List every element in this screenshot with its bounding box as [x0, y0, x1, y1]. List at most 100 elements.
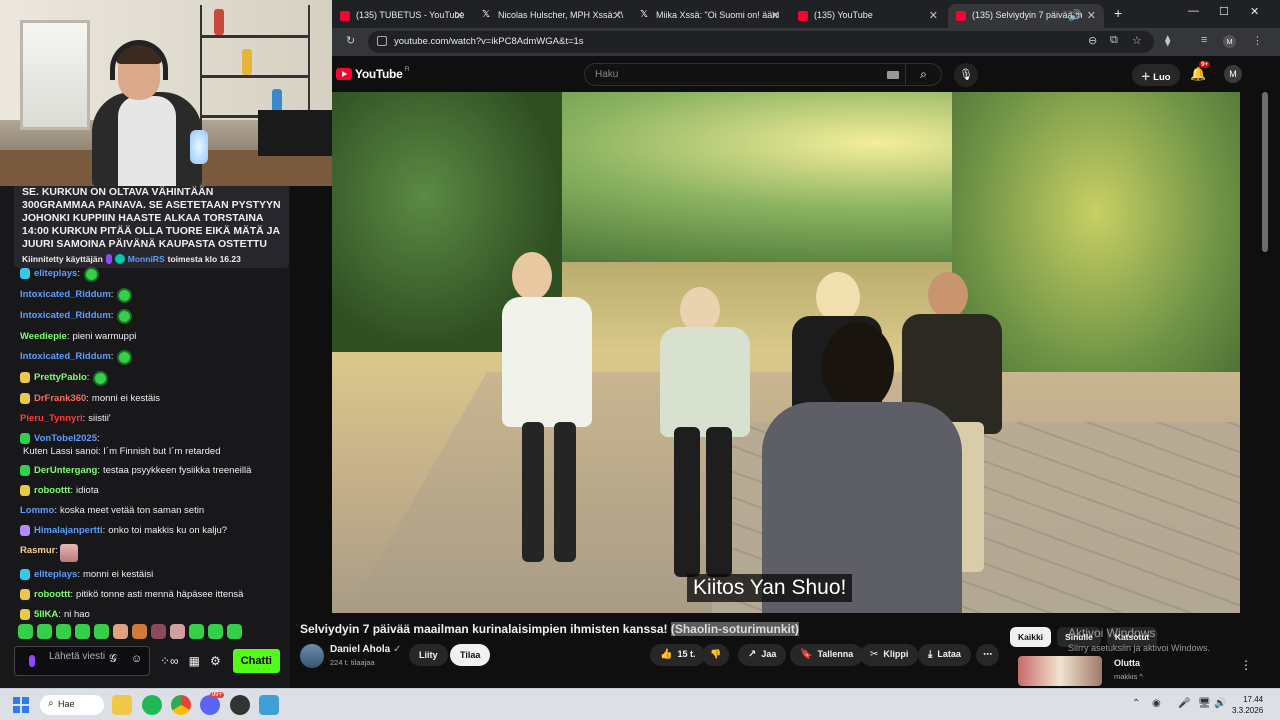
extensions-icon[interactable]: ⧫	[1165, 34, 1170, 47]
notifications-bell-icon[interactable]: 🔔 9+	[1190, 61, 1211, 82]
browser-tab[interactable]: 𝕏 Miika Xssä: "Oi Suomi on! ääni ✕	[632, 4, 788, 28]
tab-close-icon[interactable]: ✕	[455, 9, 464, 22]
chat-username[interactable]: roboottt	[34, 484, 70, 497]
emote-icon[interactable]	[37, 624, 52, 639]
chat-username[interactable]: Intoxicated_Riddum	[20, 350, 111, 363]
chat-username[interactable]: Weediepie	[20, 330, 67, 343]
subscribe-button[interactable]: Tilaa	[450, 644, 491, 666]
emote-icon[interactable]	[56, 624, 71, 639]
notepad-icon[interactable]	[259, 695, 279, 715]
video-player[interactable]: Kiitos Yan Shuo!	[332, 92, 1240, 613]
emote-icon[interactable]	[75, 624, 90, 639]
dislike-button[interactable]: 👎	[702, 644, 730, 666]
emote-icon[interactable]	[170, 624, 185, 639]
emote-icon[interactable]	[132, 624, 147, 639]
voice-search-icon[interactable]: 🎙	[954, 63, 978, 87]
reload-icon[interactable]: ↻	[346, 34, 355, 47]
tray-overflow-icon[interactable]: ⌃	[1132, 698, 1140, 709]
share-button[interactable]: ↗ Jaa	[738, 644, 787, 666]
site-info-icon[interactable]	[377, 36, 387, 46]
tray-mic-icon[interactable]: 🎤	[1178, 698, 1190, 709]
keyboard-icon[interactable]	[887, 71, 899, 79]
like-button[interactable]: 👍 15 t.	[650, 644, 706, 666]
chat-username[interactable]: Lommo	[20, 504, 54, 517]
recommended-more-icon[interactable]: ⋮	[1240, 658, 1252, 672]
emote-icon[interactable]	[94, 624, 109, 639]
chat-username[interactable]: DerUntergang	[34, 464, 97, 477]
browser-tab[interactable]: (135) TUBETUS - YouTube ✕	[332, 4, 472, 28]
stats-icon[interactable]: ⁘∞	[160, 654, 179, 668]
youtube-search-input[interactable]: Haku ⌕	[584, 63, 942, 86]
search-icon[interactable]: ⌕	[905, 63, 941, 86]
translate-icon[interactable]: 𝒢	[109, 654, 117, 665]
clip-button[interactable]: ✂ Klippi	[860, 644, 919, 666]
chat-username[interactable]: PrettyPablo	[34, 371, 87, 384]
spotify-icon[interactable]	[142, 695, 162, 715]
emote-icon[interactable]	[189, 624, 204, 639]
chat-username[interactable]: Intoxicated_Riddum	[20, 309, 111, 322]
chat-username[interactable]: Rasmur	[20, 544, 55, 557]
youtube-avatar[interactable]: M	[1224, 65, 1242, 83]
media-icon[interactable]: ≡	[1201, 34, 1207, 46]
emoji-icon[interactable]: ☺	[131, 654, 142, 665]
download-button[interactable]: ⤓ Lataa	[918, 644, 971, 666]
save-button[interactable]: 🔖 Tallenna	[790, 644, 864, 666]
tab-close-icon[interactable]: ✕	[613, 9, 622, 22]
chat-send-button[interactable]: Chatti	[232, 649, 280, 673]
chat-username[interactable]: roboottt	[34, 588, 70, 601]
settings-icon[interactable]: ⚙	[210, 654, 221, 668]
recommended-title[interactable]: Olutta	[1114, 658, 1140, 668]
channel-name[interactable]: Daniel Ahola ✓	[330, 644, 401, 655]
taskbar-search[interactable]: ⌕ Hae	[40, 695, 104, 715]
chat-username[interactable]: Himalajanpertti	[34, 524, 103, 537]
file-explorer-icon[interactable]	[112, 695, 132, 715]
create-button[interactable]: ＋ Luo	[1132, 64, 1180, 86]
emote-icon[interactable]	[151, 624, 166, 639]
chat-username[interactable]: Pieru_Tynnyri	[20, 412, 83, 425]
url-input[interactable]: youtube.com/watch?v=ikPC8AdmWGA&t=1s	[368, 31, 1154, 53]
mic-icon[interactable]	[29, 655, 35, 667]
zoom-icon[interactable]: ⊖	[1088, 34, 1097, 47]
volume-icon[interactable]: 🔊	[1214, 698, 1226, 709]
chat-username[interactable]: eliteplays	[34, 267, 77, 280]
browser-tab[interactable]: (135) YouTube ✕	[790, 4, 946, 28]
minimize-icon[interactable]: —	[1188, 5, 1199, 17]
chat-username[interactable]: Intoxicated_Riddum	[20, 288, 111, 301]
gift-icon[interactable]: ▦	[189, 654, 200, 668]
profile-avatar[interactable]: M	[1223, 35, 1236, 48]
tab-close-icon[interactable]: ✕	[929, 9, 938, 22]
emote-icon[interactable]	[208, 624, 223, 639]
page-scrollbar[interactable]	[1262, 92, 1268, 252]
tray-app-icon[interactable]: ◉	[1152, 698, 1161, 709]
tab-close-icon[interactable]: ✕	[771, 9, 780, 22]
new-tab-icon[interactable]: +	[1114, 5, 1122, 21]
audio-icon[interactable]: 🔊	[1068, 9, 1082, 22]
emote-icon[interactable]	[18, 624, 33, 639]
clock[interactable]: 17.44 3.3.2026	[1232, 694, 1263, 716]
network-icon[interactable]: 🖥	[1198, 698, 1211, 709]
chat-input[interactable]: Lähetä viesti 𝒢 ☺	[14, 646, 150, 676]
tab-close-icon[interactable]: ✕	[1087, 9, 1096, 22]
bookmark-star-icon[interactable]: ☆	[1132, 34, 1142, 47]
chat-username[interactable]: DrFrank360	[34, 392, 86, 405]
more-actions-button[interactable]: ⋯	[976, 644, 999, 666]
obs-icon[interactable]	[230, 695, 250, 715]
emote-icon[interactable]	[227, 624, 242, 639]
chat-username[interactable]: VonTobel2025	[34, 432, 97, 445]
join-button[interactable]: Liity	[409, 644, 448, 666]
browser-menu-icon[interactable]: ⋮	[1252, 34, 1263, 47]
chat-username[interactable]: 5IIKA	[34, 608, 58, 621]
cast-icon[interactable]: ⧉	[1110, 34, 1118, 47]
browser-tab[interactable]: 𝕏 Nicolas Hulscher, MPH Xssä: "\ ✕	[474, 4, 630, 28]
maximize-icon[interactable]: ☐	[1219, 5, 1229, 18]
discord-icon[interactable]: 99+	[200, 692, 224, 715]
browser-tab-active[interactable]: (135) Selviydyin 7 päivää m 🔊 ✕	[948, 4, 1104, 28]
windows-start-icon[interactable]	[13, 697, 29, 713]
chip-all[interactable]: Kaikki	[1010, 627, 1052, 647]
pinned-user[interactable]: MonniRS	[128, 254, 165, 264]
youtube-logo[interactable]: YouTube FI	[336, 67, 409, 81]
channel-avatar[interactable]	[300, 644, 324, 668]
close-window-icon[interactable]: ✕	[1250, 5, 1259, 18]
chat-username[interactable]: eliteplays	[34, 568, 77, 581]
chrome-icon[interactable]	[171, 695, 191, 715]
